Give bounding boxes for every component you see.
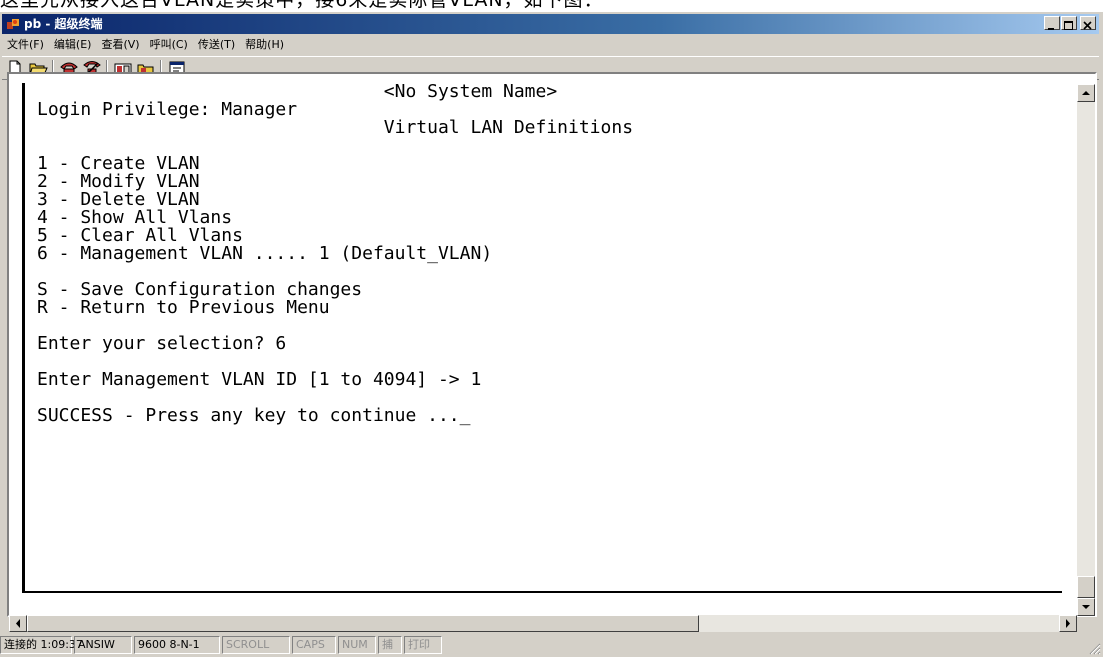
close-button[interactable]: [1080, 16, 1096, 30]
vertical-scrollbar[interactable]: [1077, 84, 1095, 616]
status-connected-time: 连接的 1:09:37: [0, 636, 83, 654]
menu-view[interactable]: 查看(V): [96, 36, 144, 54]
arrow-up-icon: [1082, 91, 1090, 95]
hyperterminal-app-icon: [7, 19, 19, 29]
terminal-line: SUCCESS - Press any key to continue ..._: [37, 405, 471, 426]
arrow-left-icon: [16, 619, 20, 628]
terminal-line: Enter Management VLAN ID [1 to 4094] -> …: [37, 369, 482, 390]
arrow-right-icon: [1066, 619, 1070, 628]
scroll-up-button[interactable]: [1077, 84, 1095, 102]
document-caption: 这里先从接入这台VLAN是实策中，接6来是实际管VLAN，如下图：: [0, 0, 604, 11]
menu-transfer[interactable]: 传送(T): [193, 36, 240, 54]
status-num: NUM: [338, 636, 376, 654]
status-emulation: ANSIW: [74, 636, 132, 654]
scroll-thumb-horizontal[interactable]: [27, 615, 699, 632]
arrow-down-icon: [1082, 605, 1090, 609]
status-print: 打印: [404, 636, 442, 654]
status-caps: CAPS: [292, 636, 336, 654]
menu-call[interactable]: 呼叫(C): [145, 36, 193, 54]
terminal-line: Virtual LAN Definitions: [37, 117, 634, 138]
minimize-button[interactable]: [1044, 16, 1060, 30]
scroll-left-button[interactable]: [9, 615, 27, 632]
terminal-line: Enter your selection? 6: [37, 333, 287, 354]
close-icon: [1083, 21, 1092, 30]
resize-grip-icon[interactable]: [1089, 643, 1101, 655]
terminal-screen[interactable]: <No System Name> Login Privilege: Manage…: [22, 83, 1062, 593]
maximize-icon: [1064, 21, 1073, 30]
document-caption-strip: 这里先从接入这台VLAN是实策中，接6来是实际管VLAN，如下图：: [0, 0, 1103, 12]
menu-help[interactable]: 帮助(H): [240, 36, 289, 54]
title-bar[interactable]: pb - 超级终端: [2, 14, 1099, 34]
status-port-settings: 9600 8-N-1: [134, 636, 220, 654]
terminal-line: R - Return to Previous Menu: [37, 297, 330, 318]
scroll-down-button[interactable]: [1077, 598, 1095, 616]
status-capture: 捕: [378, 636, 402, 654]
minimize-icon: [1048, 28, 1054, 30]
status-scroll: SCROLL: [222, 636, 290, 654]
menu-file[interactable]: 文件(F): [2, 36, 49, 54]
window-title: pb - 超级终端: [24, 17, 103, 31]
horizontal-scrollbar[interactable]: [9, 615, 1077, 632]
menu-bar: 文件(F) 编辑(E) 查看(V) 呼叫(C) 传送(T) 帮助(H): [2, 36, 289, 54]
terminal-line: 6 - Management VLAN ..... 1 (Default_VLA…: [37, 243, 493, 264]
caption-buttons: [1044, 16, 1096, 30]
terminal-output: <No System Name> Login Privilege: Manage…: [37, 83, 633, 425]
status-bar: 连接的 1:09:37 ANSIW 9600 8-N-1 SCROLL CAPS…: [0, 633, 1103, 657]
scroll-right-button[interactable]: [1059, 615, 1077, 632]
scroll-thumb-vertical[interactable]: [1077, 576, 1095, 598]
menu-edit[interactable]: 编辑(E): [49, 36, 97, 54]
maximize-button[interactable]: [1061, 16, 1077, 30]
